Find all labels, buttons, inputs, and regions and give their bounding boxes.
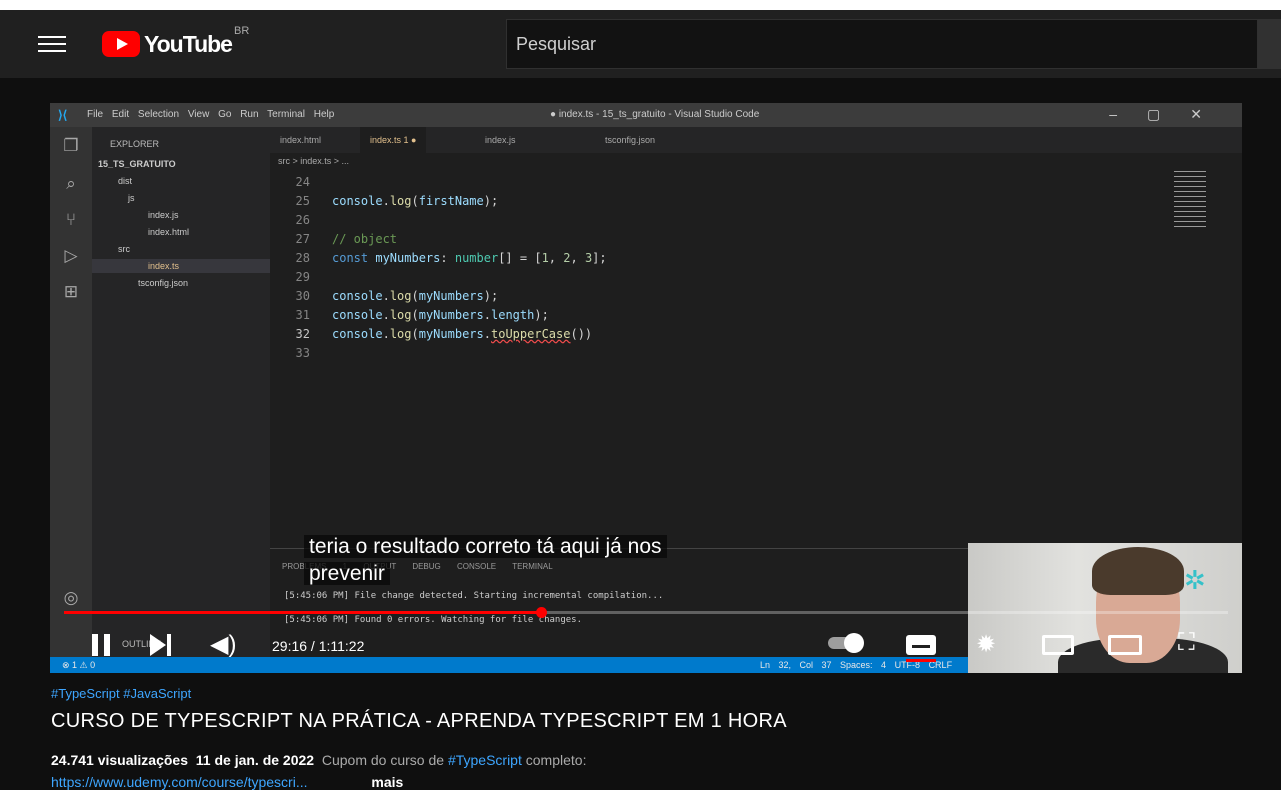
description-hashtag[interactable]: #TypeScript [448, 752, 522, 768]
extensions-icon: ⊞ [63, 282, 79, 301]
line-number: 31 [295, 308, 310, 322]
subtitles-icon[interactable] [906, 635, 936, 655]
vscode-activity-bar: ❐ ⌕ ⑂ ▷ ⊞ ◎ [50, 127, 92, 657]
tree-item: 15_TS_GRATUITO [98, 159, 176, 169]
theater-mode-icon[interactable] [1108, 635, 1142, 655]
editor-tab-active: index.ts 1 ● [360, 127, 427, 153]
player-controls: ◀) 29:16 / 1:11:22 ✹ ⛶ [50, 621, 1242, 667]
vscode-minimap [1174, 171, 1206, 227]
code-line: const myNumbers: number[] = [1, 2, 3]; [332, 251, 607, 265]
search-input[interactable]: Pesquisar [506, 19, 1258, 69]
view-count: 24.741 visualizações [51, 752, 188, 768]
video-hashtags[interactable]: #TypeScript #JavaScript [51, 686, 191, 701]
files-icon: ❐ [63, 136, 79, 155]
video-player[interactable]: ⟩⟨ File Edit Selection View Go Run Termi… [50, 103, 1242, 673]
code-line: console.log(myNumbers.length); [332, 308, 549, 322]
code-line: // object [332, 232, 398, 246]
settings-icon[interactable]: ✹ [976, 630, 996, 659]
brand-mark-icon: ✲ [1184, 565, 1206, 595]
subtitles-active-indicator [906, 659, 936, 662]
youtube-play-icon [102, 31, 140, 57]
description-link[interactable]: https://www.udemy.com/course/typescri... [51, 774, 308, 790]
source-control-icon: ⑂ [65, 210, 77, 229]
vscode-breadcrumb: src > index.ts > ... [278, 156, 350, 166]
menu-icon[interactable] [38, 31, 66, 55]
logo-text: YouTube [144, 30, 233, 57]
code-line: console.log(myNumbers.toUpperCase()) [332, 327, 593, 341]
run-debug-icon: ▷ [64, 246, 78, 265]
country-code: BR [234, 25, 250, 37]
search-icon: ⌕ [66, 174, 76, 193]
more-button[interactable]: mais [371, 774, 403, 790]
caption-line: teria o resultado correto tá aqui já nos [304, 535, 667, 558]
account-icon: ◎ [63, 588, 79, 607]
description-suffix: completo: [525, 752, 587, 768]
upload-date: 11 de jan. de 2022 [195, 752, 315, 768]
autoplay-toggle[interactable] [828, 633, 864, 653]
code-line: console.log(firstName); [332, 194, 499, 208]
line-number: 26 [295, 213, 310, 227]
volume-icon[interactable]: ◀) [210, 630, 236, 659]
line-number: 27 [295, 232, 310, 246]
progress-played [64, 611, 542, 614]
pause-button[interactable] [90, 621, 116, 667]
vscode-tabs: index.html index.ts 1 ● index.js tsconfi… [270, 127, 1242, 153]
search-button[interactable] [1258, 19, 1281, 69]
description-prefix: Cupom do curso de [321, 752, 445, 768]
video-title: CURSO DE TYPESCRIPT NA PRÁTICA - APRENDA… [51, 710, 787, 732]
time-display: 29:16 / 1:11:22 [272, 638, 365, 654]
window-controls-icon: –▢✕ [1109, 106, 1232, 122]
line-number: 30 [295, 289, 310, 303]
captions: teria o resultado correto tá aqui já nos… [304, 533, 667, 587]
fullscreen-icon[interactable]: ⛶ [1178, 629, 1195, 657]
line-number: 28 [295, 251, 310, 265]
tree-item: index.js [148, 210, 179, 220]
miniplayer-icon[interactable] [1042, 635, 1074, 655]
vscode-logo-icon: ⟩⟨ [58, 108, 68, 122]
search-placeholder: Pesquisar [516, 34, 597, 54]
youtube-logo[interactable]: YouTube [102, 30, 233, 58]
terminal-line: [5:45:06 PM] File change detected. Start… [284, 591, 664, 601]
tree-item: tsconfig.json [138, 278, 189, 288]
editor-tab: index.html [280, 135, 322, 145]
code-line: console.log(myNumbers); [332, 289, 499, 303]
vscode-explorer: EXPLORER 15_TS_GRATUITO dist js index.js… [92, 127, 270, 657]
line-number: 32 [295, 327, 310, 341]
video-meta: 24.741 visualizações 11 de jan. de 2022 … [51, 752, 586, 768]
explorer-title: EXPLORER [110, 139, 160, 149]
line-number: 24 [295, 175, 310, 189]
editor-tab: tsconfig.json [605, 135, 656, 145]
tree-item: js [128, 193, 135, 203]
editor-tab: index.js [485, 135, 516, 145]
browser-top-edge [0, 0, 1281, 10]
vscode-menubar: ⟩⟨ File Edit Selection View Go Run Termi… [50, 103, 1242, 127]
next-button[interactable] [150, 633, 176, 657]
caption-line: prevenir [304, 562, 390, 585]
line-number: 25 [295, 194, 310, 208]
vscode-menu: File Edit Selection View Go Run Terminal… [87, 109, 335, 120]
vscode-window-title: ● index.ts - 15_ts_gratuito - Visual Stu… [550, 109, 760, 120]
masthead: YouTube BR Pesquisar [0, 10, 1281, 78]
line-number: 29 [295, 270, 310, 284]
line-number: 33 [295, 346, 310, 360]
tree-item: index.html [148, 227, 190, 237]
tree-item: dist [118, 176, 133, 186]
tree-item-selected: index.ts [92, 259, 270, 273]
tree-item: src [118, 244, 130, 254]
description-line-2: https://www.udemy.com/course/typescri...… [51, 774, 403, 790]
